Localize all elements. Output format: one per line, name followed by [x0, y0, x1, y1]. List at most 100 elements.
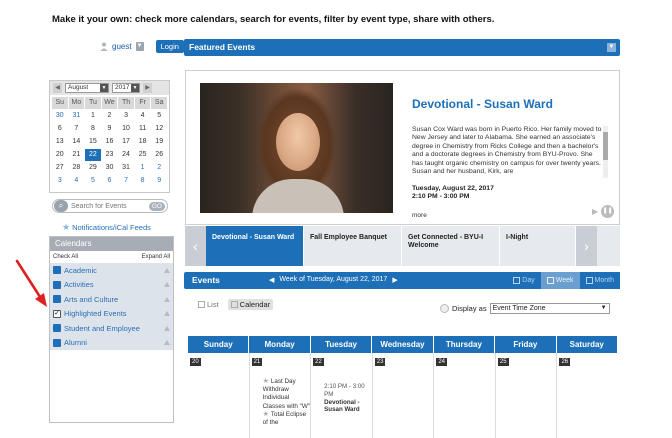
calendar-day[interactable]: 5: [85, 175, 101, 187]
calendar-day[interactable]: 8: [85, 123, 101, 135]
month-select[interactable]: August ▼: [65, 83, 109, 93]
calendar-filter-item[interactable]: Alumni: [50, 336, 173, 351]
notifications-link[interactable]: ★ Notifications/iCal Feeds: [62, 222, 151, 233]
day-number-badge[interactable]: 24: [436, 358, 447, 366]
description-scrollbar[interactable]: [603, 126, 608, 178]
day-view-tab[interactable]: Day: [507, 272, 541, 289]
day-number-badge[interactable]: 22: [313, 358, 324, 366]
calendar-day[interactable]: 20: [52, 149, 68, 161]
calendar-day[interactable]: 1: [135, 162, 151, 174]
featured-more-link[interactable]: more: [412, 212, 427, 219]
pause-icon[interactable]: ❚❚: [601, 205, 615, 218]
checkbox-checked-icon[interactable]: ✓: [53, 309, 61, 318]
calendar-color-icon[interactable]: [53, 295, 61, 304]
calendar-day[interactable]: 3: [52, 175, 68, 187]
calendar-day[interactable]: 24: [118, 149, 134, 161]
calendar-day[interactable]: 2: [151, 162, 167, 174]
calendar-filter-item[interactable]: Arts and Culture: [50, 292, 173, 307]
month-view-tab[interactable]: Month: [579, 272, 620, 289]
tuesday-event[interactable]: 2:10 PM - 3:00 PM Devotional - Susan Ward: [324, 383, 374, 414]
week-day-column[interactable]: 20: [188, 353, 250, 438]
calendar-view-button[interactable]: Calendar: [227, 299, 274, 310]
timezone-select[interactable]: Event Time Zone ▼: [489, 303, 610, 314]
event-item[interactable]: ★ Last Day Withdraw Individual Classes w…: [263, 378, 313, 411]
next-month-icon[interactable]: ▶: [143, 83, 152, 93]
calendar-day[interactable]: 9: [102, 123, 118, 135]
carousel-next-icon[interactable]: ›: [576, 226, 597, 266]
calendar-day[interactable]: 28: [69, 162, 85, 174]
calendar-day[interactable]: 25: [135, 149, 151, 161]
week-day-column[interactable]: 21 ★ Last Day Withdraw Individual Classes…: [250, 353, 312, 438]
search-go-button[interactable]: GO: [148, 201, 165, 211]
calendar-day[interactable]: 26: [151, 149, 167, 161]
calendar-day[interactable]: 8: [135, 175, 151, 187]
calendar-day[interactable]: 30: [52, 110, 68, 122]
chevron-down-icon[interactable]: ▼: [607, 43, 616, 52]
calendar-day[interactable]: 23: [102, 149, 118, 161]
calendar-filter-item[interactable]: Student and Employee: [50, 321, 173, 336]
check-all-link[interactable]: Check All: [53, 254, 78, 260]
list-view-button[interactable]: List: [195, 299, 222, 310]
calendar-day[interactable]: 19: [151, 136, 167, 148]
calendar-color-icon[interactable]: [53, 280, 61, 289]
chevron-down-icon[interactable]: ▼: [135, 42, 144, 51]
day-number-badge[interactable]: 21: [251, 358, 263, 366]
calendar-color-icon[interactable]: [53, 266, 61, 275]
featured-event-title[interactable]: Devotional - Susan Ward: [412, 97, 553, 111]
calendar-color-icon[interactable]: [53, 338, 61, 347]
calendar-day[interactable]: 9: [151, 175, 167, 187]
calendar-day[interactable]: 29: [85, 162, 101, 174]
play-icon[interactable]: ▶: [592, 207, 598, 216]
calendar-day[interactable]: 31: [69, 110, 85, 122]
search-input[interactable]: [68, 202, 146, 210]
carousel-item[interactable]: Get Connected - BYU-I Welcome: [402, 226, 500, 266]
calendar-day[interactable]: 30: [102, 162, 118, 174]
calendar-day[interactable]: 14: [69, 136, 85, 148]
calendar-day[interactable]: 4: [135, 110, 151, 122]
scrollbar-thumb[interactable]: [603, 132, 608, 160]
week-view-tab[interactable]: Week: [540, 272, 580, 289]
week-day-column[interactable]: 26: [557, 353, 618, 438]
day-number-badge[interactable]: 20: [190, 358, 201, 366]
carousel-prev-icon[interactable]: ‹: [185, 226, 206, 266]
week-day-column[interactable]: 25: [496, 353, 558, 438]
calendar-day[interactable]: 21: [69, 149, 85, 161]
calendar-day[interactable]: 27: [52, 162, 68, 174]
featured-events-header[interactable]: Featured Events ▼: [184, 39, 620, 56]
expand-triangle-icon[interactable]: [164, 282, 170, 288]
week-day-column[interactable]: 22 2:10 PM - 3:00 PM Devotional - Susan Wa…: [311, 353, 373, 438]
prev-month-icon[interactable]: ◀: [53, 83, 62, 93]
calendar-day[interactable]: 16: [102, 136, 118, 148]
calendar-day[interactable]: 2: [102, 110, 118, 122]
carousel-item[interactable]: I-Night: [500, 226, 576, 266]
expand-triangle-icon[interactable]: [164, 340, 170, 346]
day-number-badge[interactable]: 26: [559, 358, 571, 366]
calendar-day[interactable]: 12: [151, 123, 167, 135]
calendar-day[interactable]: 4: [69, 175, 85, 187]
carousel-item[interactable]: Devotional - Susan Ward: [206, 226, 304, 266]
carousel-item[interactable]: Fall Employee Banquet: [304, 226, 402, 266]
year-select[interactable]: 2017 ▼: [112, 83, 140, 93]
expand-triangle-icon[interactable]: [164, 311, 170, 317]
featured-event-photo[interactable]: [200, 83, 393, 213]
guest-username[interactable]: guest: [112, 42, 132, 51]
calendar-day[interactable]: 7: [69, 123, 85, 135]
week-day-column[interactable]: 23: [373, 353, 435, 438]
calendar-day[interactable]: 1: [85, 110, 101, 122]
calendar-filter-item[interactable]: ✓ Highlighted Events: [50, 307, 173, 322]
calendar-day[interactable]: 15: [85, 136, 101, 148]
day-number-badge[interactable]: 23: [374, 358, 386, 366]
calendar-day[interactable]: 5: [151, 110, 167, 122]
calendar-day[interactable]: 22: [85, 149, 101, 161]
prev-week-icon[interactable]: ◀: [269, 276, 274, 284]
calendar-day[interactable]: 10: [118, 123, 134, 135]
calendar-filter-item[interactable]: Activities: [50, 278, 173, 293]
expand-all-link[interactable]: Expand All: [142, 254, 170, 260]
calendar-color-icon[interactable]: [53, 324, 61, 333]
event-item[interactable]: ★ Total Eclipse of the: [263, 411, 313, 427]
login-button[interactable]: Login: [155, 40, 184, 53]
expand-triangle-icon[interactable]: [164, 267, 170, 273]
expand-triangle-icon[interactable]: [164, 296, 170, 302]
calendar-day[interactable]: 3: [118, 110, 134, 122]
next-week-icon[interactable]: ▶: [392, 276, 397, 284]
